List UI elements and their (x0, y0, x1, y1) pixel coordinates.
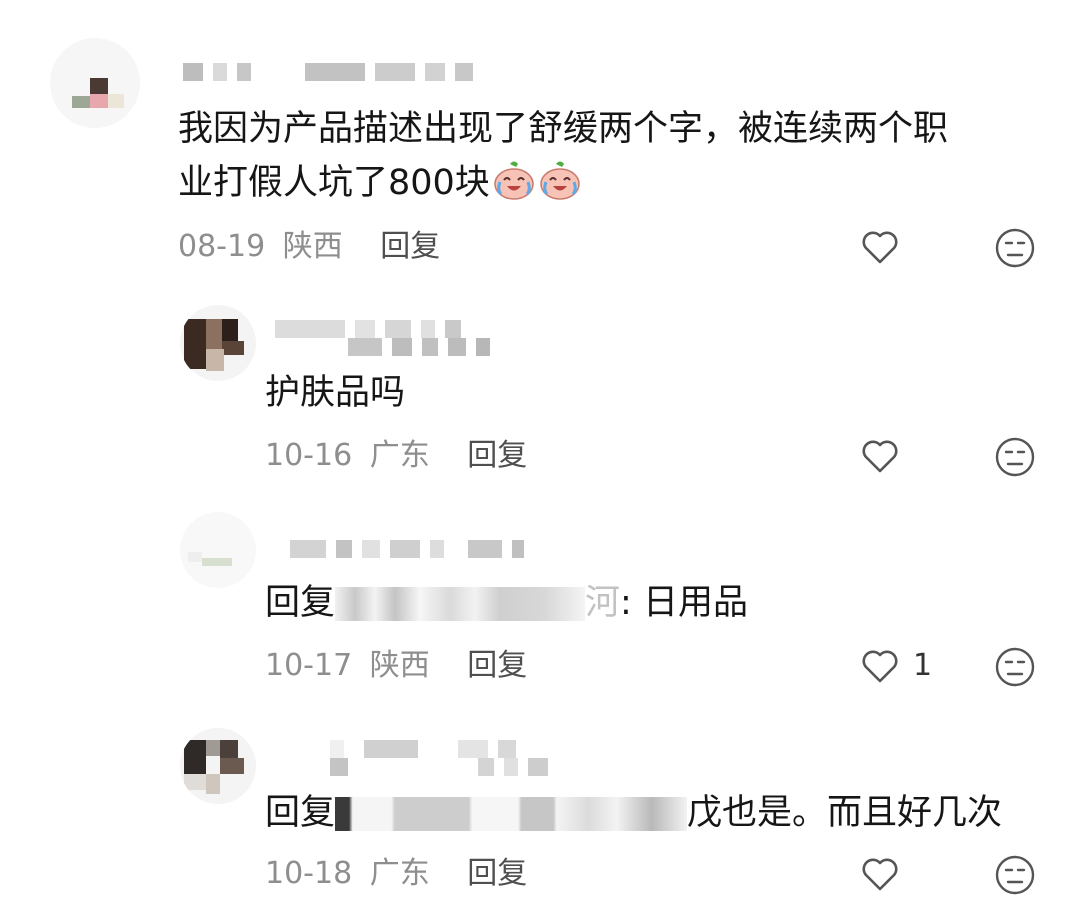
avatar[interactable] (180, 728, 256, 804)
neutral-face-icon[interactable] (994, 227, 1036, 269)
username-obscured[interactable] (330, 740, 526, 758)
reply-region: 陕西 (369, 648, 430, 683)
comment-meta: 08-19 陕西 回复 (178, 227, 440, 267)
avatar[interactable] (180, 305, 256, 381)
username-obscured[interactable] (183, 63, 483, 81)
heart-outline-icon[interactable] (860, 437, 900, 477)
reply-text-line: 回复 河: 日用品 (265, 578, 748, 628)
username-obscured-line2 (348, 338, 500, 356)
reply-prefix: 回复 (265, 793, 336, 833)
reply-button[interactable]: 回复 (467, 856, 527, 891)
username-obscured-line2 (330, 758, 558, 776)
avatar[interactable] (50, 38, 140, 128)
reply-text: : 日用品 (620, 583, 748, 623)
reply-date: 10-16 (265, 438, 353, 473)
like-count: 1 (913, 648, 933, 683)
reply-region: 广东 (369, 856, 430, 891)
crying-laughing-peach-emoji-icon (492, 158, 536, 202)
comment-text-line1: 我因为产品描述出现了舒缓两个字，被连续两个职 (178, 109, 949, 149)
reply-button[interactable]: 回复 (467, 648, 527, 683)
reply-button[interactable]: 回复 (467, 438, 527, 473)
reply-date: 10-18 (265, 856, 353, 891)
reply-meta: 10-17 陕西 回复 (265, 646, 527, 686)
reply-text: 也是。而且好几次 (722, 793, 1003, 833)
mentioned-username-obscured[interactable] (335, 587, 586, 621)
heart-outline-icon[interactable] (860, 228, 900, 268)
reply-meta: 10-16 广东 回复 (265, 436, 527, 476)
reply-text-line: 回复 戊也是。而且好几次 (265, 788, 1002, 838)
username-obscured[interactable] (290, 540, 534, 558)
comment-thread: 我因为产品描述出现了舒缓两个字，被连续两个职 业打假人坑了800块 08-19 … (0, 0, 1080, 924)
comment-date: 08-19 (178, 229, 266, 264)
heart-outline-icon[interactable] (860, 855, 900, 895)
comment-text-line2: 业打假人坑了800块 (178, 158, 1058, 208)
reply-meta: 10-18 广东 回复 (265, 854, 527, 894)
neutral-face-icon[interactable] (994, 436, 1036, 478)
heart-outline-icon[interactable] (860, 647, 900, 687)
comment-text-line2-content: 业打假人坑了800块 (178, 163, 490, 203)
avatar[interactable] (180, 512, 256, 588)
reply-button[interactable]: 回复 (380, 229, 440, 264)
comment-region: 陕西 (282, 229, 343, 264)
reply-prefix: 回复 (265, 583, 336, 623)
crying-laughing-peach-emoji-icon (538, 158, 582, 202)
neutral-face-icon[interactable] (994, 854, 1036, 896)
reply-region: 广东 (369, 438, 430, 473)
mentioned-username-tail: 河 (585, 583, 621, 623)
neutral-face-icon[interactable] (994, 646, 1036, 688)
reply-text: 护肤品吗 (265, 373, 406, 413)
reply-date: 10-17 (265, 648, 353, 683)
mentioned-username-tail: 戊 (687, 793, 723, 833)
mentioned-username-obscured[interactable] (335, 797, 688, 831)
username-obscured[interactable] (275, 320, 471, 338)
